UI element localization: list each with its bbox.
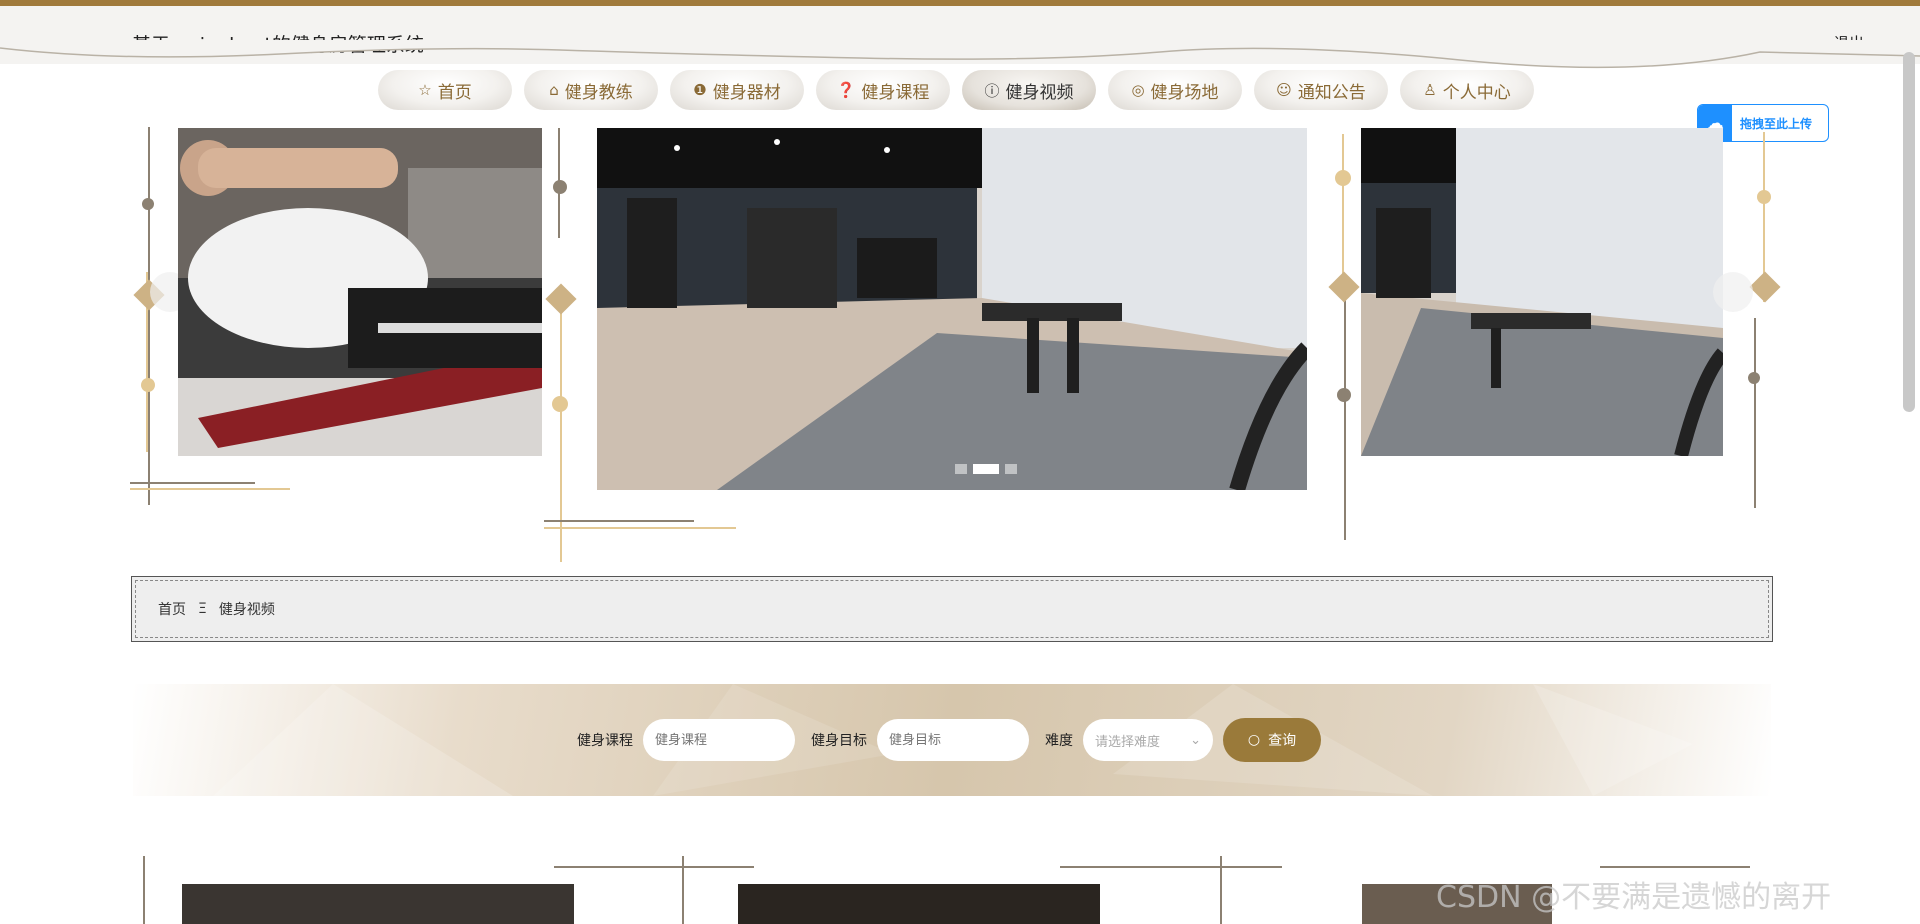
nav-item-equipment[interactable]: ❶ 健身器材 <box>670 70 804 110</box>
carousel-slide-center[interactable] <box>597 128 1307 490</box>
main-nav: ☆ 首页 ⌂ 健身教练 ❶ 健身器材 ❓ 健身课程 ⓘ 健身视频 ◎ 健身场地 … <box>378 70 1534 112</box>
decorative-line <box>1220 856 1222 924</box>
breadcrumb-inner: 首页 Ξ 健身视频 <box>135 580 1769 638</box>
carousel-slide-right[interactable] <box>1361 128 1723 456</box>
decorative-dot <box>552 396 568 412</box>
decorative-diamond <box>1749 271 1781 303</box>
decorative-diamond <box>1328 271 1360 303</box>
decorative-dot <box>1337 388 1351 402</box>
goal-input[interactable] <box>877 719 1029 761</box>
ring-icon: ◎ <box>1131 81 1145 99</box>
decorative-dot <box>1757 190 1771 204</box>
nav-item-label: 健身视频 <box>1005 82 1074 103</box>
carousel-slide-left[interactable] <box>178 128 542 456</box>
nav-item-home[interactable]: ☆ 首页 <box>378 70 512 110</box>
breadcrumb-home[interactable]: 首页 <box>158 599 186 619</box>
nav-item-notices[interactable]: ☺ 通知公告 <box>1254 70 1388 110</box>
breadcrumb-current: 健身视频 <box>218 602 275 618</box>
question-icon: ❓ <box>836 81 856 99</box>
search-form: 健身课程 健身目标 难度 请选择难度 ⌄ ○ 查询 <box>571 718 1321 762</box>
nav-item-label: 健身教练 <box>564 82 633 103</box>
decorative-line <box>130 488 290 490</box>
difficulty-placeholder: 请选择难度 <box>1095 734 1161 750</box>
nav-item-label: 健身课程 <box>861 82 930 103</box>
user-icon: ♙ <box>1423 81 1437 99</box>
search-icon: ○ <box>1247 732 1261 748</box>
decorative-line <box>554 866 754 868</box>
nav-item-label: 个人中心 <box>1442 82 1511 103</box>
goal-label: 健身目标 <box>811 733 867 749</box>
carousel-indicators <box>955 464 1017 474</box>
alert-icon: ❶ <box>693 81 707 99</box>
nav-item-label: 首页 <box>437 82 472 103</box>
decorative-dot <box>1748 372 1760 384</box>
nav-item-label: 健身场地 <box>1150 82 1219 103</box>
decorative-line <box>1060 866 1282 868</box>
search-button-label: 查询 <box>1268 733 1297 749</box>
course-label: 健身课程 <box>577 733 633 749</box>
workout-photo <box>178 128 542 456</box>
watermark-text: CSDN @不要满是遗憾的离开 <box>1436 880 1832 915</box>
nav-item-courses[interactable]: ❓ 健身课程 <box>816 70 950 110</box>
decorative-line <box>544 520 694 522</box>
nav-item-videos[interactable]: ⓘ 健身视频 <box>962 70 1096 110</box>
decorative-line <box>143 856 145 924</box>
gym-interior-photo <box>1361 128 1723 456</box>
header-wave-divider <box>0 40 1920 69</box>
decorative-line <box>130 482 255 484</box>
nav-item-profile[interactable]: ♙ 个人中心 <box>1400 70 1534 110</box>
carousel-indicator[interactable] <box>955 464 967 474</box>
video-card-thumbnail[interactable] <box>182 884 574 924</box>
difficulty-select[interactable]: 请选择难度 ⌄ <box>1083 719 1213 761</box>
carousel-indicator-active[interactable] <box>973 464 999 474</box>
decorative-dot <box>141 378 155 392</box>
page-scrollbar-thumb[interactable] <box>1903 52 1915 412</box>
nav-item-coaches[interactable]: ⌂ 健身教练 <box>524 70 658 110</box>
decorative-dot <box>142 198 154 210</box>
image-carousel <box>130 122 1781 562</box>
info-icon: ⓘ <box>984 81 1000 100</box>
decorative-line <box>1344 292 1346 540</box>
search-band: 健身课程 健身目标 难度 请选择难度 ⌄ ○ 查询 <box>133 684 1771 796</box>
decorative-line <box>1754 318 1756 508</box>
breadcrumb-separator: Ξ <box>198 601 207 617</box>
decorative-line <box>1342 134 1344 274</box>
decorative-line <box>148 127 150 505</box>
video-card-thumbnail[interactable] <box>738 884 1100 924</box>
breadcrumb: 首页 Ξ 健身视频 <box>131 576 1773 642</box>
decorative-diamond <box>545 283 577 315</box>
decorative-dot <box>1335 170 1351 186</box>
chevron-down-icon: ⌄ <box>1190 732 1201 748</box>
nav-item-venues[interactable]: ◎ 健身场地 <box>1108 70 1242 110</box>
smile-icon: ☺ <box>1276 81 1292 99</box>
nav-item-label: 健身器材 <box>712 82 781 103</box>
nav-item-label: 通知公告 <box>1297 82 1366 103</box>
decorative-line <box>544 527 736 529</box>
search-button[interactable]: ○ 查询 <box>1223 718 1321 762</box>
carousel-next-button[interactable] <box>1713 272 1753 312</box>
decorative-line <box>682 856 684 924</box>
bag-icon: ⌂ <box>549 81 559 99</box>
difficulty-label: 难度 <box>1045 733 1073 749</box>
carousel-indicator[interactable] <box>1005 464 1017 474</box>
decorative-dot <box>553 180 567 194</box>
decorative-line <box>1600 866 1750 868</box>
gym-interior-photo <box>597 128 1307 490</box>
course-input[interactable] <box>643 719 795 761</box>
star-icon: ☆ <box>418 81 432 99</box>
